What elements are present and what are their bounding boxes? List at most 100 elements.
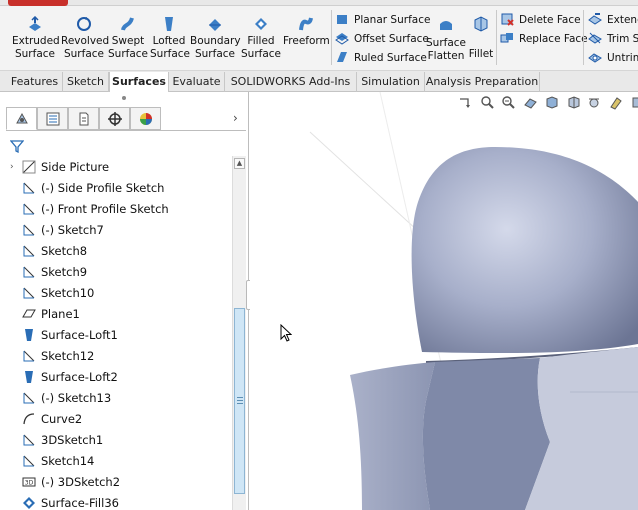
- section-view-icon[interactable]: [523, 95, 538, 110]
- list-item[interactable]: Surface-Loft1: [22, 325, 118, 345]
- lofted-surface-button[interactable]: Lofted Surface: [150, 16, 191, 61]
- scroll-up-arrow-icon[interactable]: ▲: [234, 158, 245, 169]
- list-item[interactable]: Sketch8: [22, 241, 87, 261]
- filled-surface-label2: Surface: [241, 48, 282, 60]
- tab-surfaces[interactable]: Surfaces: [109, 72, 169, 92]
- list-item[interactable]: 3D (-) 3DSketch2: [22, 472, 120, 492]
- chevron-right-icon[interactable]: ›: [233, 111, 238, 125]
- tree-item-label: (-) Front Profile Sketch: [41, 202, 169, 216]
- list-item[interactable]: Sketch10: [22, 283, 94, 303]
- extruded-surface-button[interactable]: Extruded Surface: [12, 16, 60, 61]
- fillet-button[interactable]: Fillet: [467, 16, 495, 61]
- planar-surface-button[interactable]: Planar Surface: [335, 12, 430, 28]
- feature-manager-tab[interactable]: [6, 107, 37, 130]
- freeform-label: Freeform: [283, 35, 330, 47]
- filled-surface-button[interactable]: Filled Surface: [241, 16, 281, 61]
- list-item[interactable]: (-) Front Profile Sketch: [22, 199, 169, 219]
- lofted-surface-label2: Surface: [150, 48, 191, 60]
- expand-arrow-icon[interactable]: ›: [10, 157, 14, 177]
- extruded-surface-label2: Surface: [14, 48, 55, 60]
- panel-grip[interactable]: [122, 96, 126, 100]
- sketch-icon: [23, 350, 35, 362]
- tab-features[interactable]: Features: [7, 72, 63, 92]
- svg-text:3D: 3D: [25, 480, 34, 487]
- fillet-icon: [474, 16, 488, 32]
- list-item[interactable]: Sketch12: [22, 346, 94, 366]
- tree-item-label: Surface-Loft2: [41, 370, 118, 384]
- mouse-cursor-icon: [280, 324, 292, 342]
- zoom-to-area-icon[interactable]: [501, 95, 516, 110]
- delete-face-button[interactable]: Delete Face: [500, 12, 581, 28]
- tree-item-label: Sketch14: [41, 454, 95, 468]
- untrim-surface-icon: [588, 53, 602, 63]
- ribbon-separator: [496, 10, 497, 65]
- ribbon-separator: [331, 10, 332, 65]
- sketch-icon: [23, 455, 35, 467]
- boundary-surface-button[interactable]: Boundary Surface: [190, 16, 241, 61]
- tab-solidworks-add-ins[interactable]: SOLIDWORKS Add-Ins: [225, 72, 357, 92]
- list-item[interactable]: Side Picture: [22, 157, 109, 177]
- extend-surface-icon: [588, 13, 602, 25]
- tree-scrollbar[interactable]: ▲: [232, 156, 246, 510]
- surface-loft-icon: [25, 371, 33, 383]
- list-item[interactable]: Sketch14: [22, 451, 94, 471]
- view-orientation-icon[interactable]: [544, 95, 559, 110]
- freeform-button[interactable]: Freeform: [283, 16, 330, 48]
- surface-flatten-button[interactable]: Surface Flatten: [426, 18, 466, 63]
- property-list-icon: [46, 112, 59, 126]
- ruled-surface-button[interactable]: Ruled Surface: [335, 50, 427, 66]
- property-manager-tab[interactable]: [37, 107, 68, 130]
- filled-surface-label1: Filled: [247, 35, 275, 47]
- filled-surface-icon: [255, 18, 267, 30]
- list-item[interactable]: 3DSketch1: [22, 430, 103, 450]
- list-item[interactable]: Plane1: [22, 304, 80, 324]
- feature-tree: › Side Picture (-) Side Profile Sketch (…: [0, 157, 232, 510]
- lofted-surface-icon: [165, 17, 173, 31]
- list-item[interactable]: Surface-Loft2: [22, 367, 118, 387]
- tree-item-label: Sketch12: [41, 349, 95, 363]
- list-item[interactable]: (-) Sketch7: [22, 220, 104, 240]
- filter-icon[interactable]: [10, 139, 24, 153]
- list-item[interactable]: (-) Sketch13: [22, 388, 111, 408]
- surface-flatten-icon: [440, 21, 452, 30]
- app-menu-button[interactable]: [8, 0, 68, 6]
- surface-loft-icon: [25, 329, 33, 341]
- display-pane-icon[interactable]: [630, 95, 638, 110]
- sketch-picture-icon: [22, 160, 36, 174]
- list-item[interactable]: Curve2: [22, 409, 82, 429]
- trim-surface-button[interactable]: Trim Su: [588, 31, 638, 47]
- swept-surface-label1: Swept: [111, 35, 145, 47]
- dimxpert-manager-tab[interactable]: [99, 107, 130, 130]
- tab-evaluate[interactable]: Evaluate: [169, 72, 225, 92]
- tab-simulation[interactable]: Simulation: [357, 72, 425, 92]
- extend-surface-button[interactable]: Extend: [588, 12, 638, 28]
- tree-item-label: Plane1: [41, 307, 80, 321]
- revolved-surface-button[interactable]: Revolved Surface: [61, 16, 109, 61]
- list-item[interactable]: Surface-Fill36: [22, 493, 119, 510]
- scrollbar-thumb[interactable]: [234, 308, 245, 494]
- untrim-surface-button[interactable]: Untrim: [588, 50, 638, 66]
- graphics-area[interactable]: [250, 92, 638, 510]
- tab-analysis-preparation[interactable]: Analysis Preparation: [425, 72, 540, 92]
- delete-face-icon: [501, 13, 514, 26]
- hide-show-items-icon[interactable]: [587, 95, 602, 110]
- tree-item-label: Curve2: [41, 412, 83, 426]
- edit-appearance-icon[interactable]: [609, 95, 624, 110]
- sketch-icon: [23, 287, 35, 299]
- replace-face-button[interactable]: Replace Face: [500, 31, 588, 47]
- list-item[interactable]: Sketch9: [22, 262, 87, 282]
- offset-surface-button[interactable]: Offset Surface: [335, 31, 429, 47]
- previous-view-icon[interactable]: [458, 95, 473, 110]
- tree-item-label: Sketch8: [41, 244, 88, 258]
- swept-surface-button[interactable]: Swept Surface: [108, 16, 148, 61]
- configuration-manager-tab[interactable]: [68, 107, 99, 130]
- zoom-to-fit-icon[interactable]: [480, 95, 495, 110]
- display-manager-tab[interactable]: [130, 107, 161, 130]
- extruded-surface-icon: [29, 16, 41, 31]
- tree-item-label: Surface-Loft1: [41, 328, 118, 342]
- display-style-icon[interactable]: [566, 95, 581, 110]
- ruled-surface-label: Ruled Surface: [354, 52, 427, 64]
- tab-sketch[interactable]: Sketch: [63, 72, 109, 92]
- feature-tree-icon: [15, 112, 28, 124]
- list-item[interactable]: (-) Side Profile Sketch: [22, 178, 164, 198]
